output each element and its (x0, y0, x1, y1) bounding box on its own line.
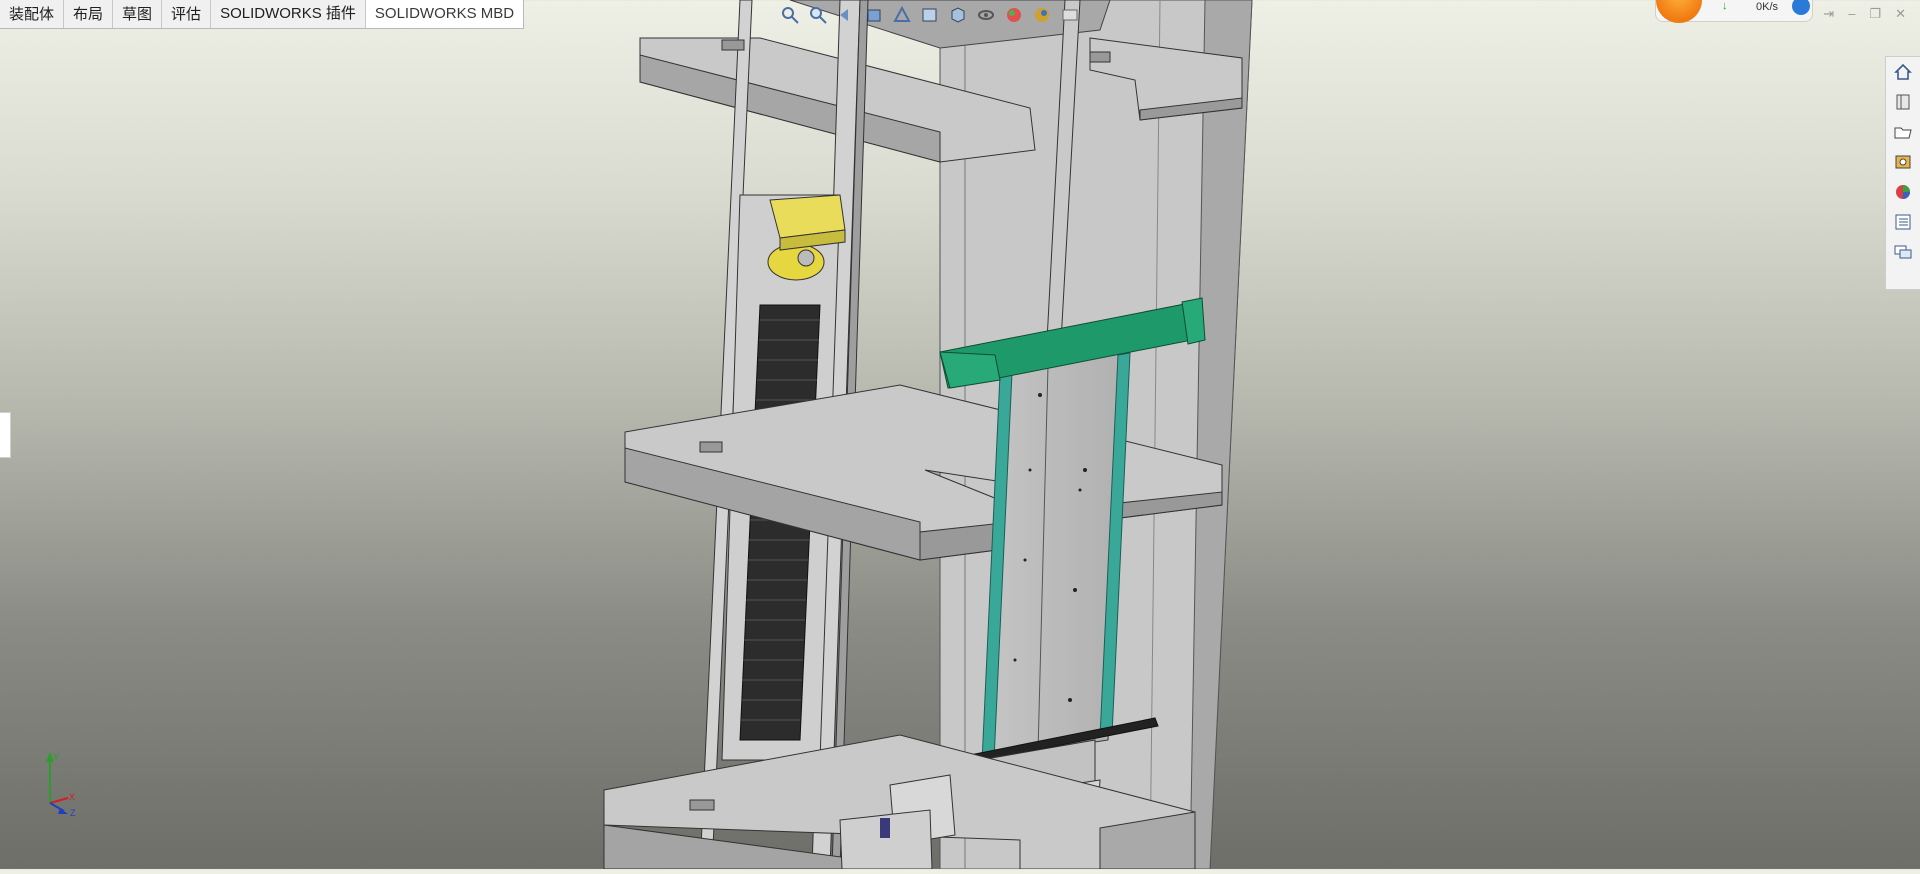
triad-x-label: X (69, 792, 75, 802)
view-settings-icon[interactable] (1060, 5, 1080, 25)
restore-icon[interactable]: ❐ (1869, 6, 1881, 22)
task-pane (1885, 56, 1920, 290)
section-view-icon[interactable] (864, 5, 884, 25)
view-palette-icon (1895, 155, 1911, 169)
triad-z-label: Z (70, 808, 76, 818)
dynamic-annotation-icon[interactable] (892, 5, 912, 25)
accelerator-orb-icon[interactable] (1656, 0, 1702, 23)
home-icon (1894, 63, 1912, 80)
download-arrow-icon: ↓ (1722, 0, 1728, 12)
elevator-model[interactable] (0, 0, 1920, 870)
previous-view-icon[interactable] (836, 5, 856, 25)
triad-y-label: Y (53, 752, 59, 762)
exit-icon[interactable]: ⇥ (1823, 6, 1834, 22)
forum-icon (1894, 245, 1912, 259)
task-pane-file-explorer[interactable] (1886, 117, 1920, 147)
minimize-icon[interactable]: – (1848, 6, 1855, 22)
task-pane-home[interactable] (1886, 57, 1920, 87)
tab-assembly[interactable]: 装配体 (0, 0, 65, 28)
heads-up-view-toolbar (780, 2, 1080, 28)
task-pane-design-library[interactable] (1886, 87, 1920, 117)
feature-manager-toggle[interactable] (0, 412, 11, 458)
network-speed-widget[interactable]: ↓ 0K/s (1655, 0, 1813, 23)
task-pane-custom-properties[interactable] (1886, 207, 1920, 237)
reference-triad: Y X Z (40, 748, 90, 818)
close-icon[interactable]: ✕ (1895, 6, 1906, 22)
view-orientation-icon[interactable] (920, 5, 940, 25)
network-speed-value: 0K/s (1756, 1, 1779, 13)
custom-properties-icon (1895, 214, 1911, 230)
task-pane-view-palette[interactable] (1886, 147, 1920, 177)
design-library-icon (1896, 94, 1910, 110)
tab-solidworks-mbd[interactable]: SOLIDWORKS MBD (365, 0, 524, 28)
hide-show-items-icon[interactable] (976, 5, 996, 25)
display-style-icon[interactable] (948, 5, 968, 25)
task-pane-appearances[interactable] (1886, 177, 1920, 207)
edit-appearance-icon[interactable] (1004, 5, 1024, 25)
graphics-area[interactable] (0, 0, 1920, 870)
apply-scene-icon[interactable] (1032, 5, 1052, 25)
window-controls: ⇥ – ❐ ✕ (1823, 6, 1906, 22)
tab-sketch[interactable]: 草图 (113, 0, 163, 28)
task-pane-forum[interactable] (1886, 237, 1920, 267)
tab-solidworks-addins[interactable]: SOLIDWORKS 插件 (211, 0, 366, 28)
appearances-icon (1896, 185, 1910, 199)
info-icon[interactable] (1792, 0, 1810, 15)
tab-layout[interactable]: 布局 (64, 0, 114, 28)
zoom-to-area-icon[interactable] (808, 5, 828, 25)
tab-evaluate[interactable]: 评估 (162, 0, 212, 28)
command-manager-tabs: 装配体 布局 草图 评估 SOLIDWORKS 插件 SOLIDWORKS MB… (0, 0, 525, 29)
zoom-to-fit-icon[interactable] (780, 5, 800, 25)
file-explorer-icon (1894, 127, 1912, 139)
